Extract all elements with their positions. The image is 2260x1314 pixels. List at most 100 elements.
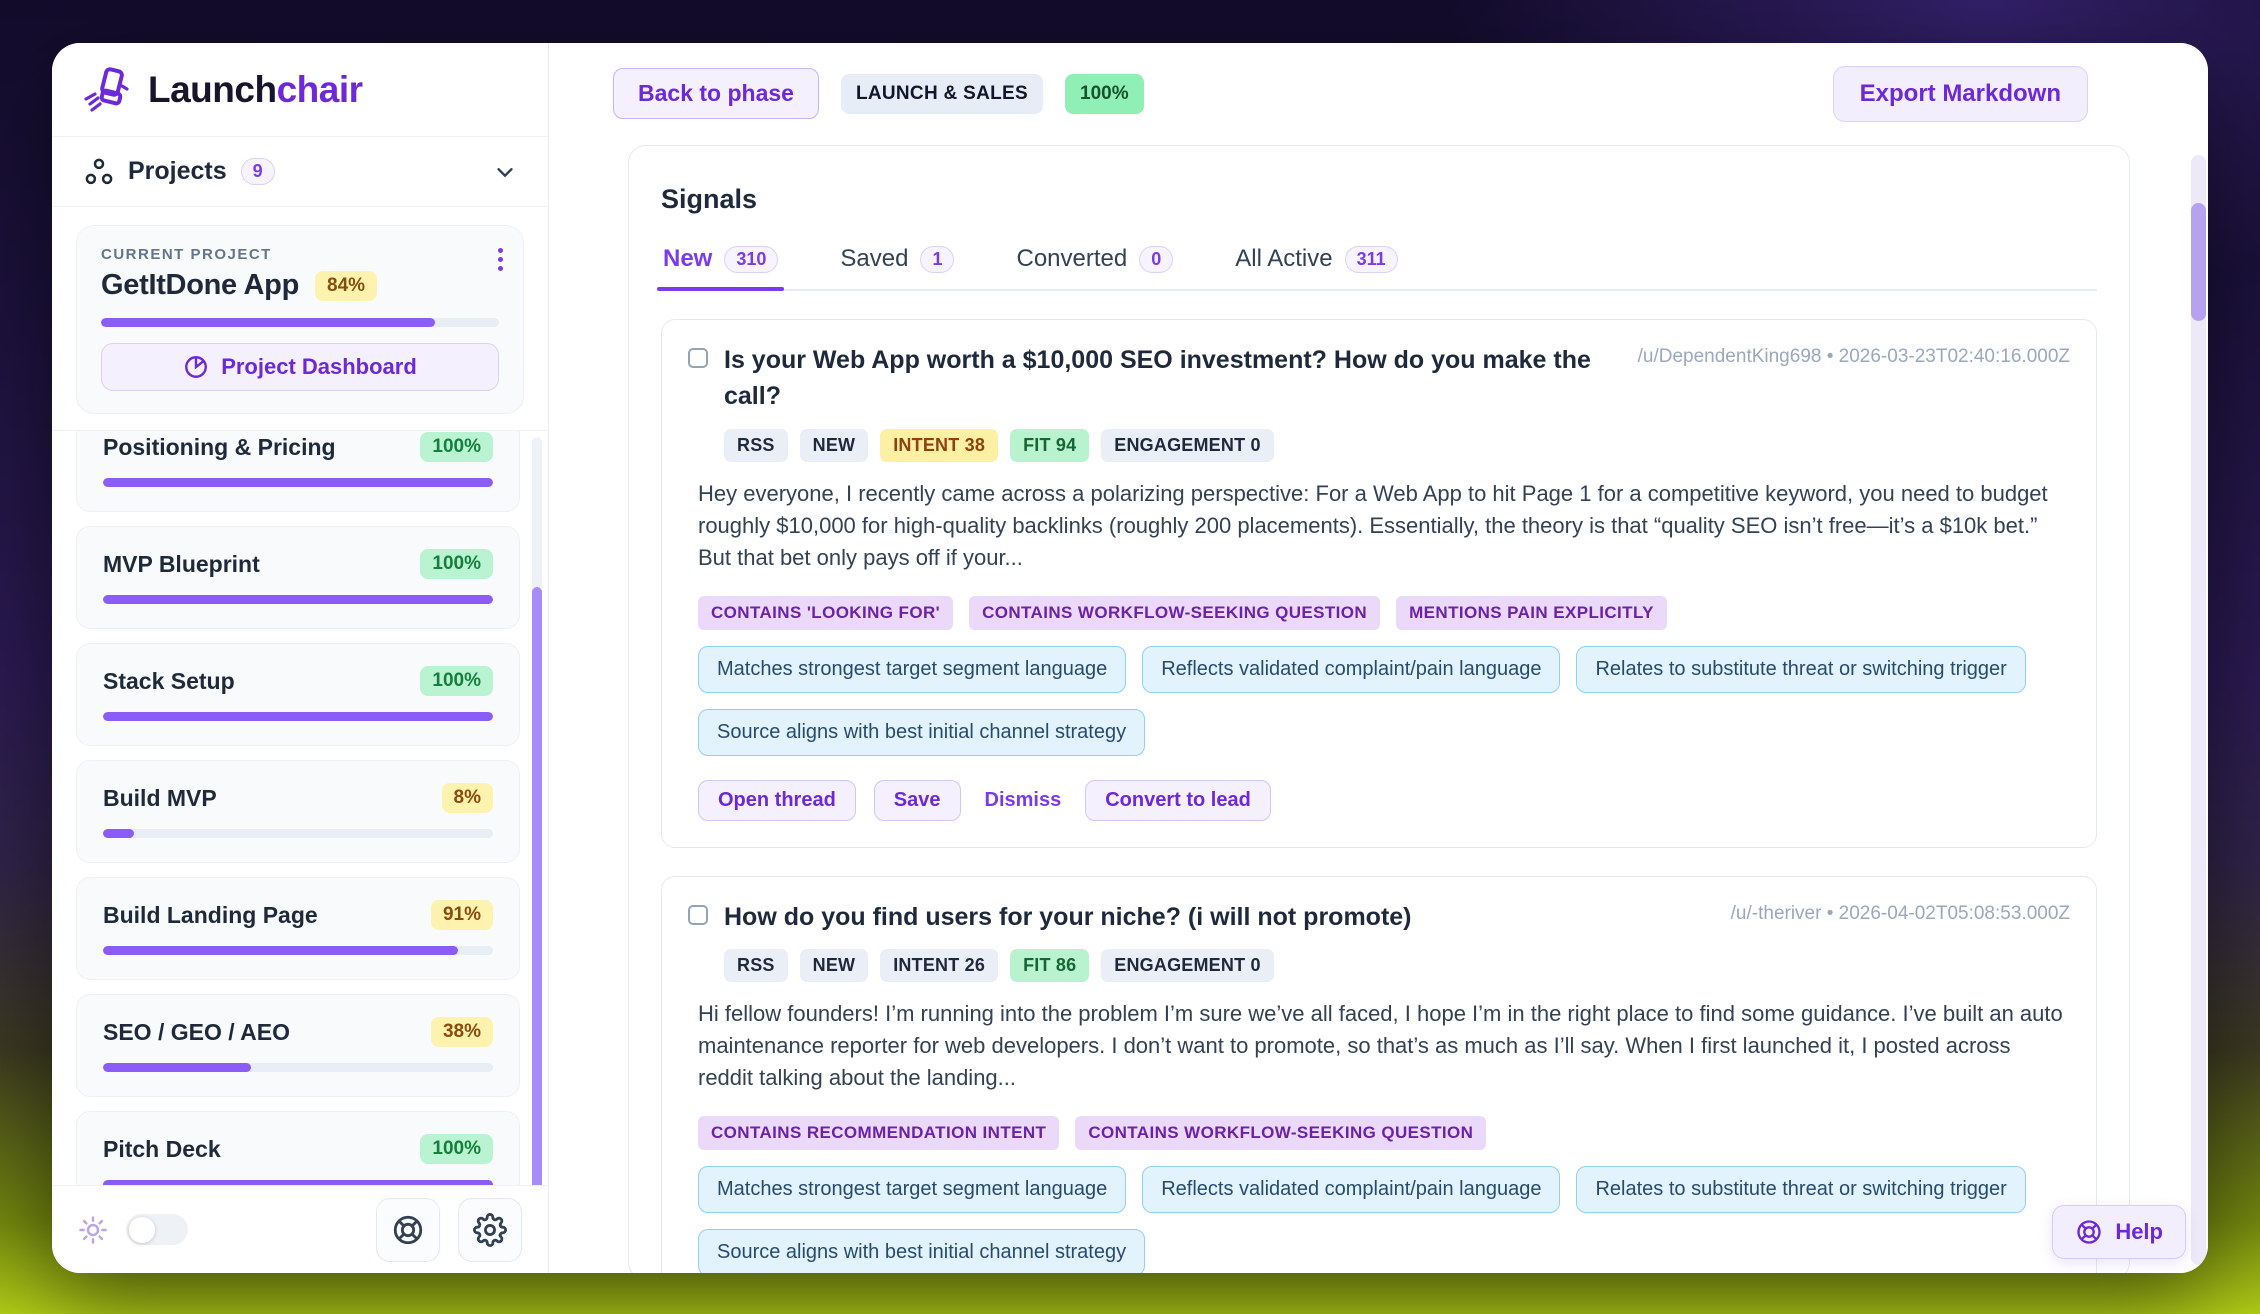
engagement-badge: ENGAGEMENT 0 (1101, 429, 1273, 462)
phase-percent-badge: 100% (420, 1134, 493, 1164)
help-button[interactable]: Help (2052, 1205, 2186, 1259)
sidebar: Launchchair Projects 9 CURRENT PROJECT G… (52, 43, 549, 1273)
projects-count-badge: 9 (241, 158, 275, 185)
sidebar-item-build-landing-page[interactable]: Build Landing Page91% (76, 877, 520, 980)
phase-percent-badge: 100% (420, 549, 493, 579)
sidebar-item-stack-setup[interactable]: Stack Setup100% (76, 643, 520, 746)
match-tag: Source aligns with best initial channel … (698, 709, 1145, 756)
launchchair-logo-icon (82, 64, 134, 116)
sidebar-footer (52, 1185, 548, 1273)
main-topbar: Back to phase LAUNCH & SALES 100% Export… (549, 43, 2208, 121)
source-badge: RSS (724, 949, 788, 982)
analysis-tag: CONTAINS RECOMMENDATION INTENT (698, 1116, 1059, 1150)
tab-count-badge: 0 (1139, 246, 1173, 273)
signal-badges: RSS NEW INTENT 38 FIT 94 ENGAGEMENT 0 (724, 429, 2070, 462)
engagement-badge: ENGAGEMENT 0 (1101, 949, 1273, 982)
current-project-section: CURRENT PROJECT GetItDone App 84% Projec… (52, 207, 548, 431)
signal-title[interactable]: Is your Web App worth a $10,000 SEO inve… (724, 342, 1622, 415)
tab-new[interactable]: New 310 (661, 245, 780, 289)
tab-count-badge: 1 (920, 246, 954, 273)
signal-checkbox[interactable] (688, 905, 708, 925)
intent-badge: INTENT 26 (880, 949, 998, 982)
phase-percent-badge: 100% (420, 666, 493, 696)
sidebar-item-positioning-pricing[interactable]: Positioning & Pricing100% (76, 431, 520, 512)
theme-toggle[interactable] (126, 1214, 188, 1245)
phase-progressbar (103, 595, 493, 604)
signal-blue-tags: Matches strongest target segment languag… (698, 646, 2028, 756)
signal-title[interactable]: How do you find users for your niche? (i… (724, 899, 1412, 935)
projects-nav-row[interactable]: Projects 9 (52, 137, 548, 207)
intent-badge: INTENT 38 (880, 429, 998, 462)
status-badge: NEW (800, 949, 869, 982)
sidebar-item-pitch-deck[interactable]: Pitch Deck100% (76, 1111, 520, 1185)
phase-progressbar (103, 478, 493, 487)
open-thread-button[interactable]: Open thread (698, 780, 856, 821)
phase-percent-badge: 100% (420, 432, 493, 462)
signal-card: Is your Web App worth a $10,000 SEO inve… (661, 319, 2097, 848)
projects-label: Projects (128, 157, 227, 186)
sidebar-scrollbar-thumb[interactable] (532, 587, 542, 1185)
main-scrollbar-thumb[interactable] (2191, 203, 2206, 321)
pie-chart-icon (183, 354, 209, 380)
gear-icon (473, 1213, 507, 1247)
phase-name-badge: LAUNCH & SALES (841, 74, 1043, 114)
tab-count-badge: 311 (1345, 246, 1398, 273)
fit-badge: FIT 86 (1010, 949, 1089, 982)
phase-percent-badge: 38% (431, 1017, 493, 1047)
phase-list: Positioning & Pricing100% MVP Blueprint1… (52, 431, 548, 1185)
phase-percent-badge: 100% (1065, 74, 1144, 114)
phase-percent-badge: 91% (431, 900, 493, 930)
match-tag: Matches strongest target segment languag… (698, 646, 1126, 693)
help-icon-button[interactable] (376, 1198, 440, 1262)
phase-percent-badge: 8% (442, 783, 493, 813)
current-project-progressbar (101, 318, 499, 327)
dismiss-link[interactable]: Dismiss (979, 789, 1068, 812)
sidebar-item-build-mvp[interactable]: Build MVP8% (76, 760, 520, 863)
match-tag: Relates to substitute threat or switchin… (1576, 1166, 2025, 1213)
status-badge: NEW (800, 429, 869, 462)
phase-progressbar (103, 946, 493, 955)
analysis-tag: CONTAINS 'LOOKING FOR' (698, 596, 953, 630)
tab-converted[interactable]: Converted 0 (1014, 245, 1175, 289)
tab-saved[interactable]: Saved 1 (838, 245, 956, 289)
current-project-label: CURRENT PROJECT (101, 246, 499, 263)
signal-checkbox[interactable] (688, 348, 708, 368)
signal-card: How do you find users for your niche? (i… (661, 876, 2097, 1274)
convert-to-lead-button[interactable]: Convert to lead (1085, 780, 1271, 821)
main-scrollbar[interactable] (2191, 155, 2206, 1265)
match-tag: Reflects validated complaint/pain langua… (1142, 1166, 1560, 1213)
export-markdown-button[interactable]: Export Markdown (1833, 66, 2088, 122)
save-button[interactable]: Save (874, 780, 961, 821)
tab-all-active[interactable]: All Active 311 (1233, 245, 1399, 289)
match-tag: Relates to substitute threat or switchin… (1576, 646, 2025, 693)
signal-body: Hi fellow founders! I’m running into the… (698, 998, 2070, 1094)
app-window: Launchchair Projects 9 CURRENT PROJECT G… (52, 43, 2208, 1273)
current-project-name: GetItDone App (101, 269, 299, 302)
current-project-card: CURRENT PROJECT GetItDone App 84% Projec… (76, 225, 524, 414)
sidebar-item-mvp-blueprint[interactable]: MVP Blueprint100% (76, 526, 520, 629)
projects-icon (84, 157, 114, 187)
chevron-down-icon[interactable] (494, 161, 516, 183)
lifebuoy-icon (391, 1213, 425, 1247)
signals-panel: Signals New 310 Saved 1 Converted 0 All … (628, 145, 2130, 1273)
signal-body: Hey everyone, I recently came across a p… (698, 478, 2070, 574)
settings-button[interactable] (458, 1198, 522, 1262)
analysis-tag: CONTAINS WORKFLOW-SEEKING QUESTION (969, 596, 1380, 630)
main-area: Back to phase LAUNCH & SALES 100% Export… (549, 43, 2208, 1273)
project-dashboard-button[interactable]: Project Dashboard (101, 343, 499, 391)
match-tag: Matches strongest target segment languag… (698, 1166, 1126, 1213)
signals-tabs: New 310 Saved 1 Converted 0 All Active 3… (661, 245, 2097, 291)
fit-badge: FIT 94 (1010, 429, 1089, 462)
sidebar-scrollbar[interactable] (532, 437, 542, 1179)
brand-header: Launchchair (52, 43, 548, 137)
phase-progressbar (103, 1180, 493, 1185)
phase-progressbar (103, 1063, 493, 1072)
brand-name: Launchchair (148, 69, 363, 111)
sidebar-item-seo-geo-aeo[interactable]: SEO / GEO / AEO38% (76, 994, 520, 1097)
signal-badges: RSS NEW INTENT 26 FIT 86 ENGAGEMENT 0 (724, 949, 2070, 982)
back-to-phase-button[interactable]: Back to phase (613, 68, 819, 119)
project-menu-icon[interactable] (498, 248, 503, 271)
signals-title: Signals (661, 184, 2097, 215)
lifebuoy-icon (2075, 1218, 2103, 1246)
analysis-tag: CONTAINS WORKFLOW-SEEKING QUESTION (1075, 1116, 1486, 1150)
